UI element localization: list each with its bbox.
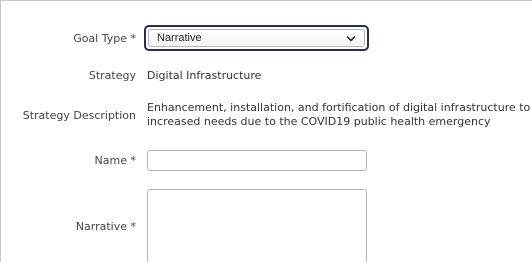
- goal-form: Goal Type * Narrative Strategy Digital I…: [0, 0, 532, 262]
- goal-type-selected-value: Narrative: [157, 32, 202, 44]
- name-label: Name *: [94, 154, 136, 167]
- name-input[interactable]: [147, 150, 367, 171]
- strategy-value: Digital Infrastructure: [147, 69, 262, 82]
- narrative-label: Narrative *: [75, 220, 136, 233]
- strategy-label: Strategy: [88, 69, 136, 82]
- goal-type-select[interactable]: Narrative: [144, 25, 369, 51]
- goal-type-label: Goal Type *: [73, 32, 136, 45]
- strategy-description-label: Strategy Description: [22, 109, 136, 122]
- chevron-down-icon: [346, 34, 356, 42]
- goal-type-select-box[interactable]: Narrative: [148, 29, 365, 47]
- strategy-description-value: Enhancement, installation, and fortifica…: [147, 101, 532, 129]
- narrative-textarea[interactable]: [147, 189, 367, 262]
- strategy-description-line-2: increased needs due to the COVID19 publi…: [147, 115, 491, 128]
- strategy-description-line-1: Enhancement, installation, and fortifica…: [147, 101, 532, 114]
